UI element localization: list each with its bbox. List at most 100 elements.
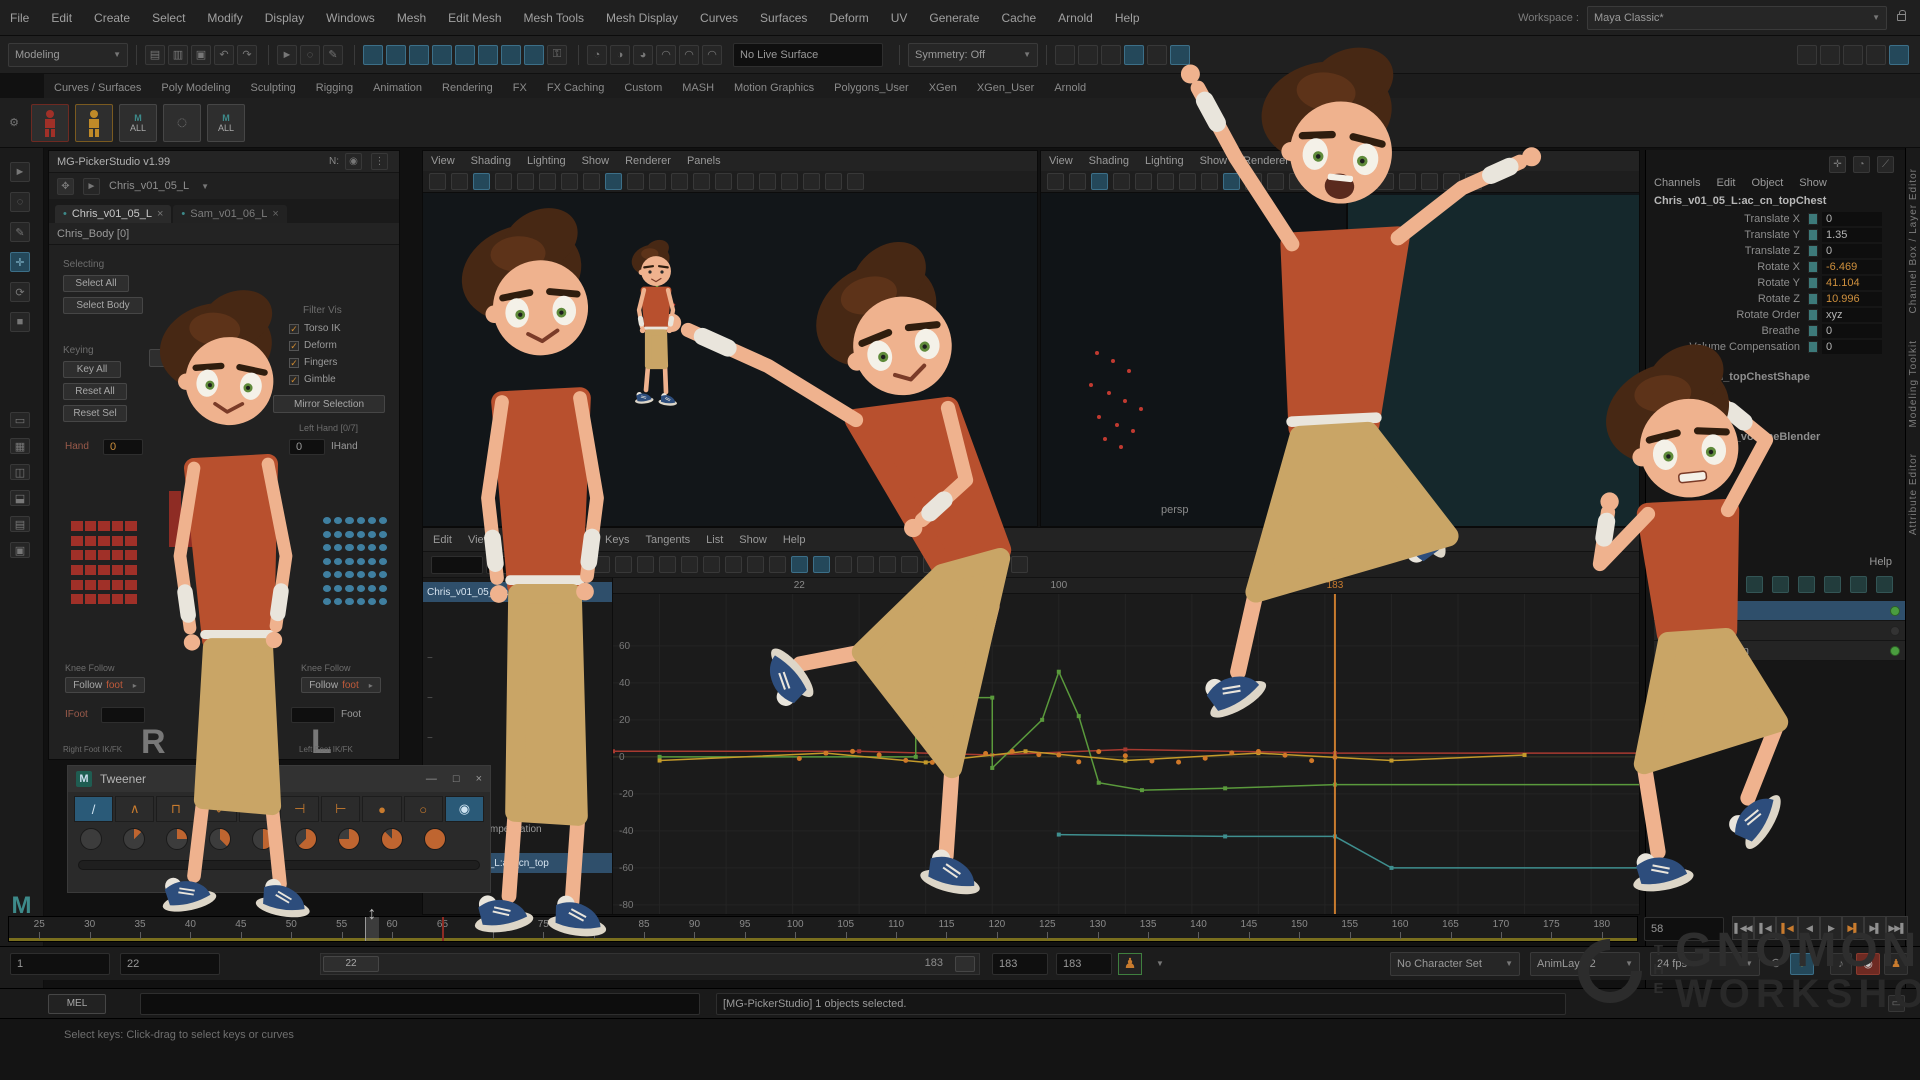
graph-editor-menu-item[interactable]: Curves <box>554 534 589 546</box>
tween-pie-button[interactable] <box>381 828 403 850</box>
shelf-tab[interactable]: Polygons_User <box>824 78 919 98</box>
maximize-icon[interactable]: □ <box>453 773 460 785</box>
curve-smoothness-1-icon[interactable]: ◠ <box>656 45 676 65</box>
graph-outliner-row[interactable]: Chris_v01_05_L:ac_cn_topChest <box>423 582 612 602</box>
tween-pie-button[interactable] <box>80 828 102 850</box>
tween-step-icon[interactable]: ⊓ <box>156 796 195 822</box>
channel-box-node-name[interactable]: Chris_v01_05_L:ac_cn_topChest <box>1646 193 1905 211</box>
tool-settings-toggle-icon[interactable] <box>1866 45 1886 65</box>
select-tool-icon[interactable]: ► <box>277 45 297 65</box>
snap-grid-icon[interactable] <box>363 45 383 65</box>
workspace-selector[interactable]: Maya Classic*▼ <box>1587 6 1887 30</box>
script-editor-icon[interactable]: ▭ <box>1888 995 1905 1012</box>
shelf-tab[interactable]: Custom <box>614 78 672 98</box>
viewport-toolbar-icon[interactable] <box>693 173 710 190</box>
viewport-toolbar-icon[interactable] <box>539 173 556 190</box>
layout-hypershade-icon[interactable]: ▤ <box>10 516 30 532</box>
symmetry-selector[interactable]: Symmetry: Off▼ <box>908 43 1038 67</box>
lock-selection-icon[interactable]: ⚿ <box>547 45 567 65</box>
picker-blue-grid[interactable] <box>323 517 387 609</box>
viewport-toolbar-icon[interactable] <box>803 173 820 190</box>
picker-tab-sam[interactable]: •Sam_v01_06_L × <box>173 205 286 223</box>
anim-preferences-icon[interactable]: ● <box>1790 953 1814 975</box>
snap-curve-icon[interactable] <box>386 45 406 65</box>
graph-editor-menu-item[interactable]: Show <box>739 534 767 546</box>
shape-node-name[interactable]: ac_cn_topChestShape <box>1646 355 1905 383</box>
layout-single-pane-icon[interactable]: ▭ <box>10 412 30 428</box>
shelf-gear-icon[interactable]: ⚙ <box>6 107 22 139</box>
curve-smoothness-3-icon[interactable]: ◠ <box>702 45 722 65</box>
menu-item[interactable]: Display <box>265 11 304 25</box>
viewport-menu-item[interactable]: View <box>431 155 455 167</box>
ge-insert-key-icon[interactable] <box>571 556 588 573</box>
ipr-render-icon[interactable] <box>1078 45 1098 65</box>
ge-unify-tangent-icon[interactable] <box>945 556 962 573</box>
render-settings-icon[interactable] <box>1101 45 1121 65</box>
picker-select-button[interactable] <box>368 544 376 551</box>
ge-flat-tangent-icon[interactable] <box>813 556 830 573</box>
viewport-toolbar-icon[interactable] <box>1465 173 1482 190</box>
key-all-button[interactable]: Key All <box>63 361 121 378</box>
channel-value-field[interactable]: 0 <box>1822 340 1882 354</box>
modeling-toolkit-toggle-icon[interactable] <box>1797 45 1817 65</box>
anim-layer-row[interactable]: AnimLayer1 <box>1654 621 1906 641</box>
channel-value-field[interactable]: 0 <box>1822 324 1882 338</box>
character-controls-toggle-icon[interactable] <box>1820 45 1840 65</box>
namespace-selector[interactable]: Chris_v01_05_L <box>109 180 189 192</box>
picker-select-button[interactable] <box>323 598 331 605</box>
layer-lock-icon[interactable] <box>1660 647 1669 654</box>
viewport-menu-item[interactable]: Renderer <box>1243 155 1289 167</box>
hypershade-icon[interactable] <box>1124 45 1144 65</box>
menu-item[interactable]: Windows <box>326 11 375 25</box>
graph-outliner-expander[interactable]: − <box>423 728 612 748</box>
anim-start-field[interactable]: 1 <box>10 953 110 975</box>
viewport-toolbar-icon[interactable] <box>517 173 534 190</box>
ge-plateau-tangent-icon[interactable] <box>857 556 874 573</box>
menu-item[interactable]: Cache <box>1001 11 1036 25</box>
viewport-toolbar-icon[interactable] <box>627 173 644 190</box>
light-editor-icon[interactable] <box>1147 45 1167 65</box>
picker-select-button[interactable] <box>112 565 124 575</box>
play-forwards-button[interactable]: ▶ <box>1820 916 1842 940</box>
viewport-toolbar-icon[interactable] <box>473 173 490 190</box>
picker-canvas[interactable]: Selecting Select All Select Body Keying … <box>49 245 399 759</box>
playback-end-field[interactable]: 183 <box>992 953 1048 975</box>
viewport-menu-item[interactable]: Lighting <box>1145 155 1184 167</box>
picker-select-button[interactable] <box>368 598 376 605</box>
tween-spline-icon[interactable]: ∿ <box>198 796 237 822</box>
eye-toggle-icon[interactable]: ◉ <box>445 796 484 822</box>
layer-active-dot[interactable] <box>1890 646 1900 656</box>
graph-editor-menu-item[interactable]: Help <box>783 534 806 546</box>
shelf-tab[interactable]: Motion Graphics <box>724 78 824 98</box>
anim-layer-selector[interactable]: AnimLayer2▼ <box>1530 952 1640 976</box>
tab-modeling-toolkit[interactable]: Modeling Toolkit <box>1908 340 1919 428</box>
undo-icon[interactable]: ↶ <box>214 45 234 65</box>
viewport-toolbar-icon[interactable] <box>1157 173 1174 190</box>
right-foot-letter[interactable]: R <box>141 723 166 762</box>
picker-select-button[interactable] <box>85 594 97 604</box>
reset-sel-button[interactable]: Reset Sel <box>63 405 127 422</box>
picker-select-button[interactable] <box>98 580 110 590</box>
range-slider-end-handle[interactable] <box>955 956 975 972</box>
viewport-toolbar-icon[interactable] <box>1113 173 1130 190</box>
layer-create-icon[interactable] <box>1850 576 1867 593</box>
viewport-toolbar-icon[interactable] <box>1091 173 1108 190</box>
filter-checkbox[interactable]: ✓Deform <box>289 338 341 353</box>
viewport-toolbar-icon[interactable] <box>715 173 732 190</box>
picker-select-button[interactable] <box>345 531 353 538</box>
viewport-toolbar-icon[interactable] <box>451 173 468 190</box>
viewport-toolbar-icon[interactable] <box>605 173 622 190</box>
snap-uv-icon[interactable] <box>524 45 544 65</box>
viewport-menu-item[interactable]: Shading <box>471 155 511 167</box>
tween-pie-button[interactable] <box>166 828 188 850</box>
picker-select-button[interactable] <box>98 565 110 575</box>
picker-select-button[interactable] <box>334 558 342 565</box>
picker-select-button[interactable] <box>98 550 110 560</box>
tab-attribute-editor[interactable]: Attribute Editor <box>1908 453 1919 535</box>
current-frame-field[interactable]: 58 <box>1644 917 1724 941</box>
anim-end-field[interactable]: 183 <box>1056 953 1112 975</box>
snap-view-plane-icon[interactable] <box>455 45 475 65</box>
layer-create-override-icon[interactable] <box>1876 576 1893 593</box>
operations-icon[interactable]: ◑ <box>610 45 630 65</box>
step-forward-frame-button[interactable]: ▶▌ <box>1864 916 1886 940</box>
